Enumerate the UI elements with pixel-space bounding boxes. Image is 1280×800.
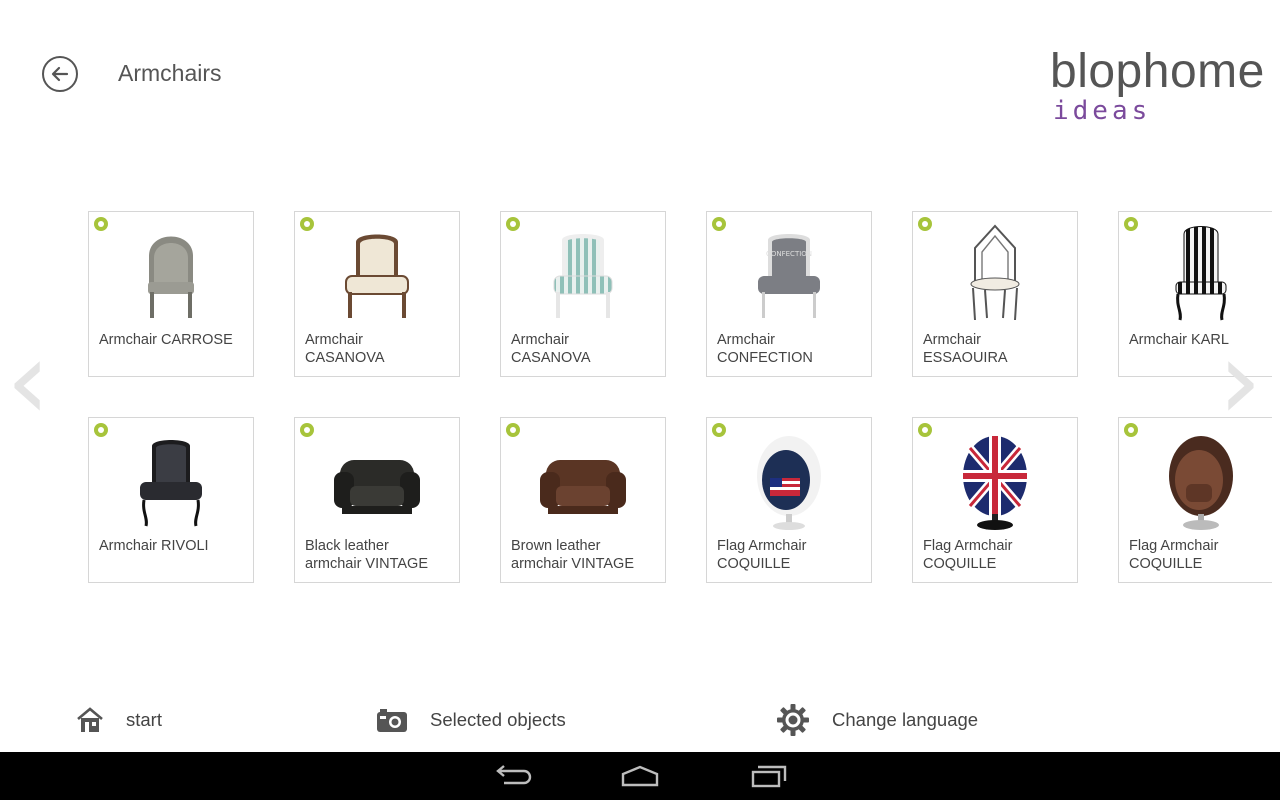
product-grid: Armchair CARROSE Armchair CASANOVA Armchai… [0, 0, 1272, 800]
product-name: Armchair CASANOVA [305, 332, 385, 366]
home-icon [77, 707, 103, 732]
change-language-button[interactable]: Change language [776, 704, 978, 736]
product-tile[interactable]: Flag Armchair COQUILLE [706, 417, 872, 583]
product-name: Armchair ESSAOUIRA [923, 332, 1008, 366]
product-name: Armchair RIVOLI [99, 538, 209, 554]
product-image [89, 222, 253, 328]
product-image: CONFECTION [707, 222, 871, 328]
product-tile[interactable]: Brown leather armchair VINTAGE [500, 417, 666, 583]
product-image [89, 428, 253, 534]
product-tile[interactable]: Armchair ESSAOUIRA [912, 211, 1078, 377]
android-back-icon[interactable] [490, 762, 538, 790]
product-name: Black leather armchair VINTAGE [305, 538, 429, 572]
start-button[interactable]: start [76, 704, 162, 736]
product-image [295, 428, 459, 534]
product-image [913, 222, 1077, 328]
product-name: Flag Armchair COQUILLE [1129, 538, 1219, 572]
product-tile[interactable]: Armchair CARROSE [88, 211, 254, 377]
chevron-right-icon[interactable]: › [1218, 325, 1262, 435]
change-language-label: Change language [832, 709, 979, 730]
product-tile[interactable]: Armchair CASANOVA [500, 211, 666, 377]
camera-icon [377, 709, 407, 732]
product-image [1119, 222, 1272, 328]
product-name: Flag Armchair COQUILLE [717, 538, 807, 572]
product-image [295, 222, 459, 328]
product-image [501, 222, 665, 328]
chevron-left-icon[interactable]: ‹ [6, 325, 50, 435]
product-tile[interactable]: Black leather armchair VINTAGE [294, 417, 460, 583]
product-tile[interactable]: Armchair CASANOVA [294, 211, 460, 377]
android-navigation-bar [0, 752, 1280, 800]
product-name: Armchair CONFECTION [717, 332, 813, 366]
android-home-icon[interactable] [616, 762, 664, 790]
product-name: Armchair CARROSE [99, 332, 233, 348]
product-image [913, 428, 1077, 534]
product-tile[interactable]: Flag Armchair COQUILLE [912, 417, 1078, 583]
product-image [501, 428, 665, 534]
product-tile[interactable]: Armchair RIVOLI [88, 417, 254, 583]
start-label: start [126, 709, 162, 730]
selected-objects-label: Selected objects [430, 709, 566, 730]
selected-objects-button[interactable]: Selected objects [376, 704, 566, 736]
product-name: Armchair CASANOVA [511, 332, 591, 366]
android-recent-icon[interactable] [745, 762, 793, 790]
svg-text:CONFECTION: CONFECTION [766, 250, 812, 258]
product-tile[interactable]: CONFECTION Armchair CONFECTION [706, 211, 872, 377]
gear-icon [777, 704, 809, 736]
product-name: Brown leather armchair VINTAGE [511, 538, 635, 572]
product-name: Flag Armchair COQUILLE [923, 538, 1013, 572]
product-image [707, 428, 871, 534]
